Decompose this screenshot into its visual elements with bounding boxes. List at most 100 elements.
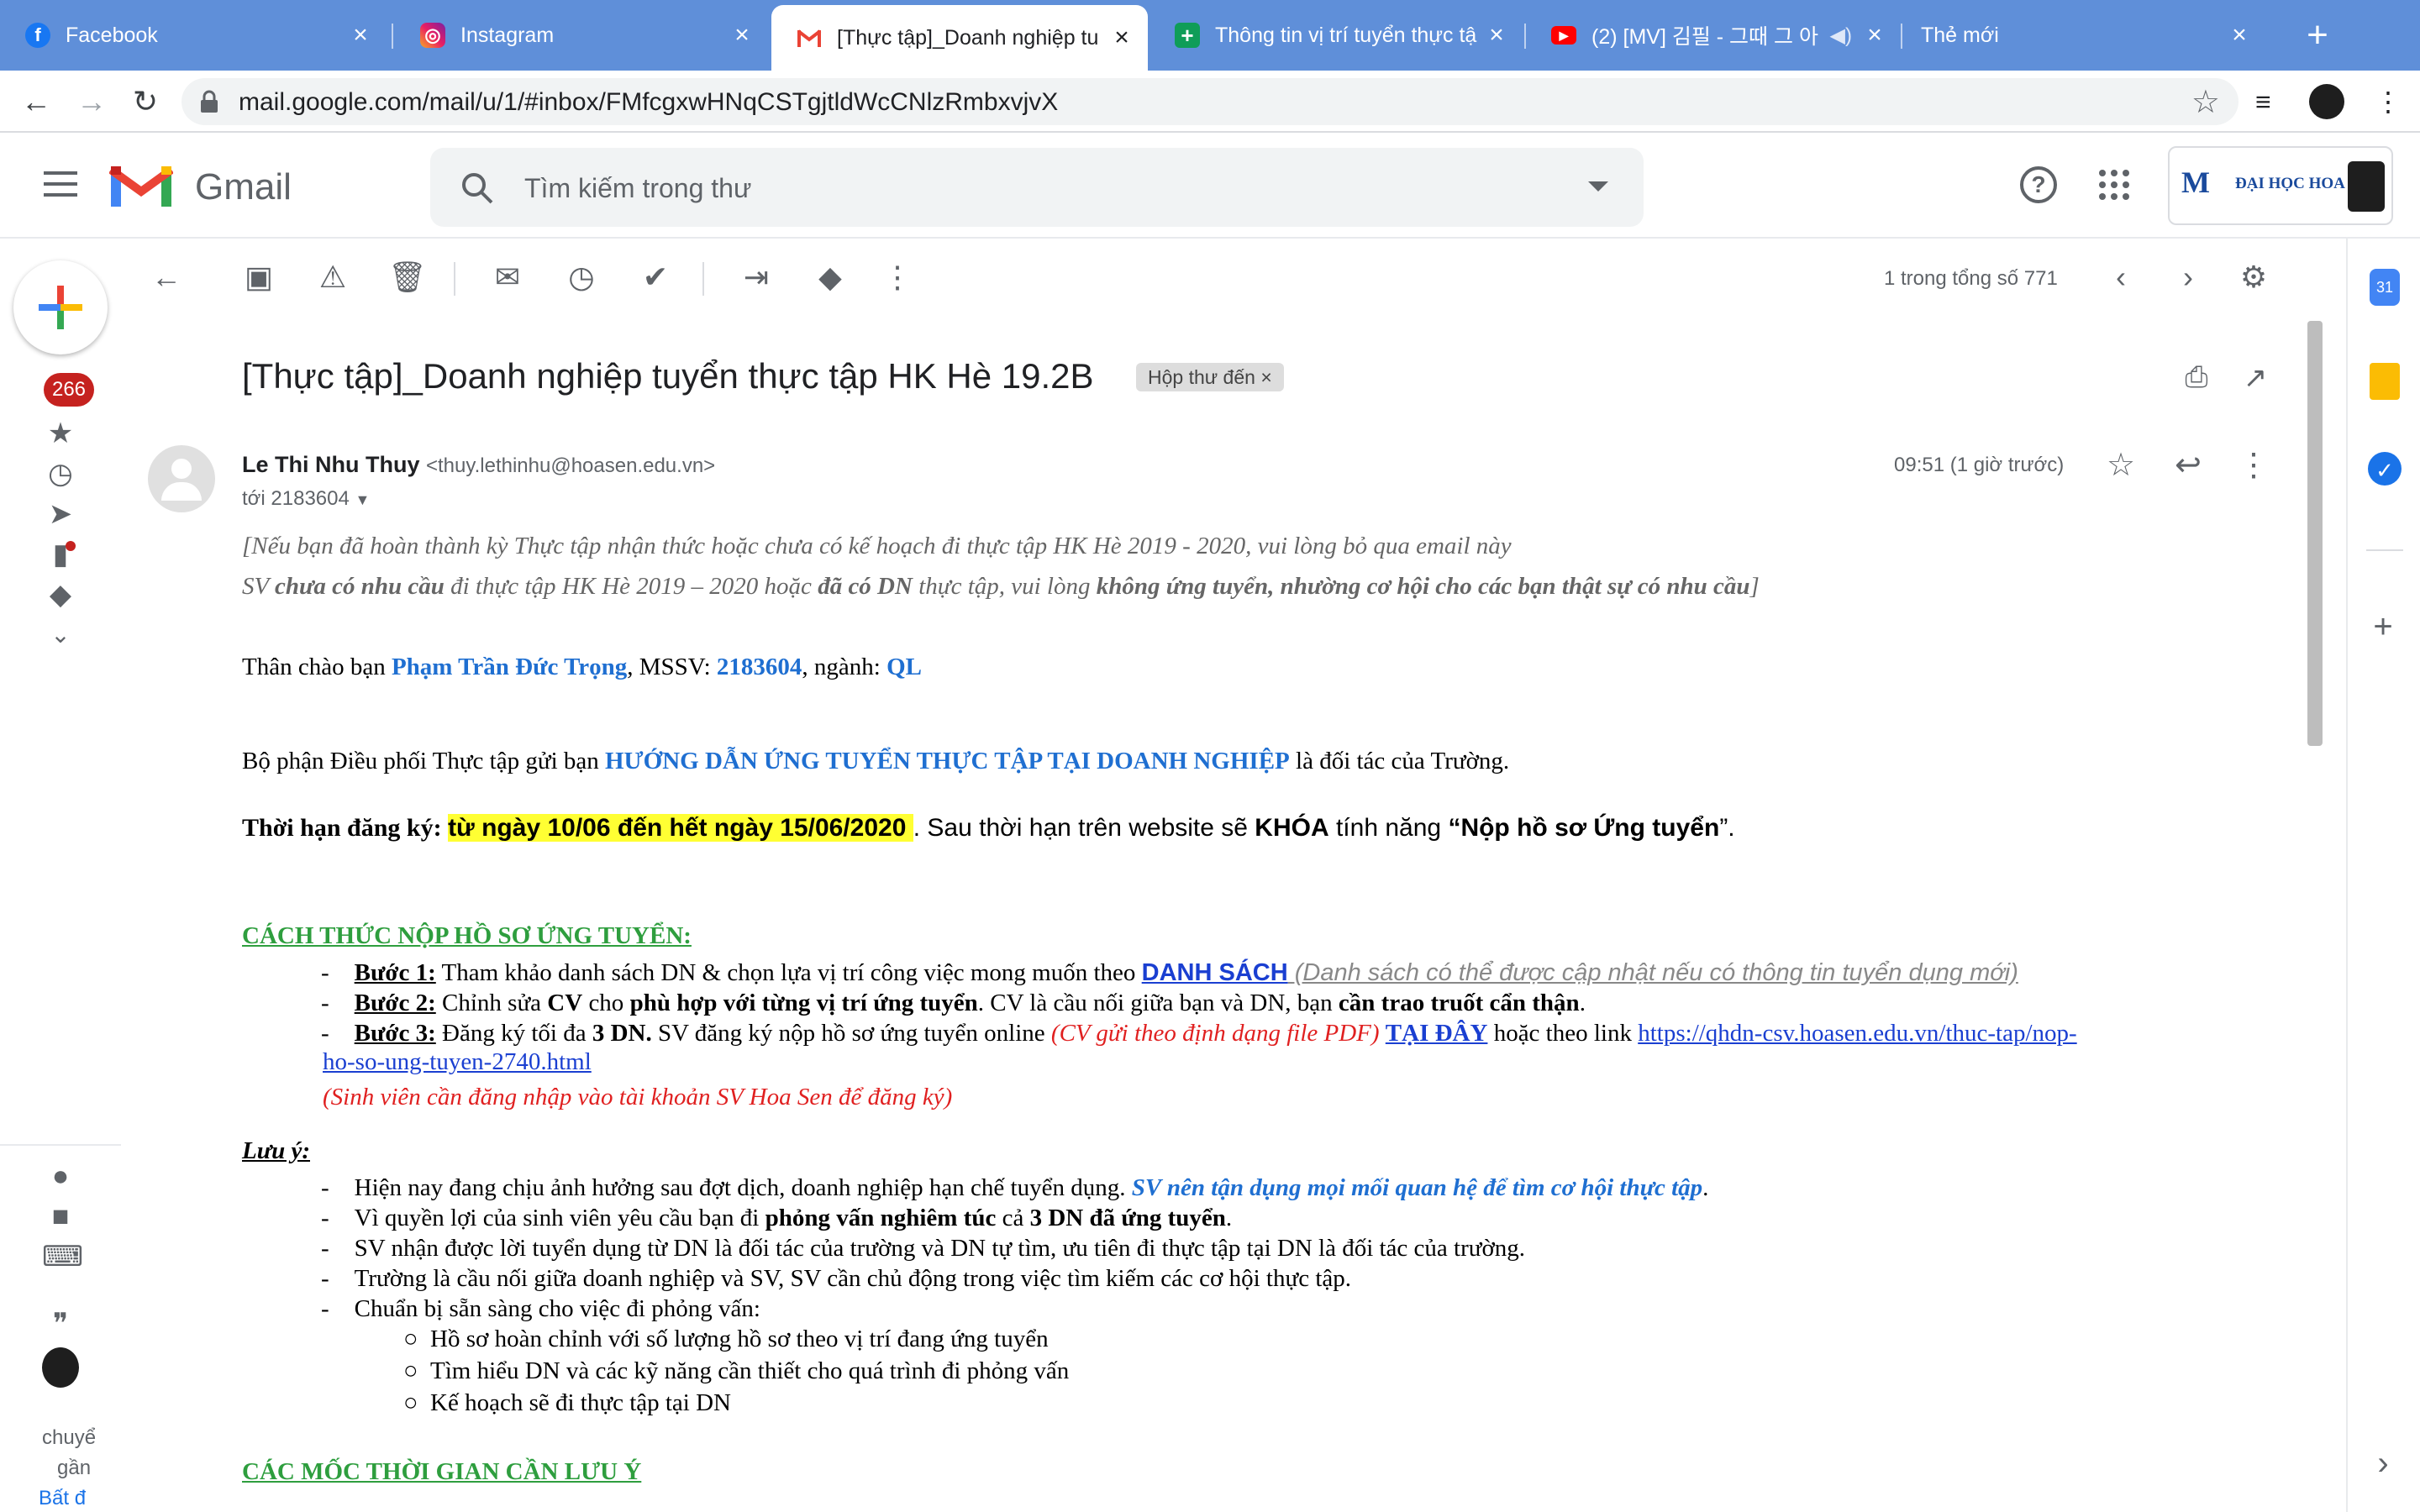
delete-trash-icon[interactable]: 🗑 [388, 259, 427, 296]
account-switcher[interactable]: M ĐẠI HỌC HOA SEN [2168, 146, 2393, 225]
settings-gear-icon[interactable]: ⚙ [2235, 259, 2272, 296]
new-tab-button[interactable]: + [2294, 12, 2341, 59]
browser-toolbar: ← → ↻ mail.google.com/mail/u/1/#inbox/FM… [0, 71, 2420, 133]
newer-chevron-left-icon[interactable]: ‹ [2102, 259, 2139, 296]
recipient-caret-icon[interactable]: ▼ [355, 491, 371, 508]
calendar-icon[interactable]: 31 [2370, 269, 2400, 306]
tab-label: Thông tin vị trí tuyển thực tậ [1215, 23, 1477, 47]
tab-gmail-active[interactable]: [Thực tập]_Doanh nghiệp tu × [771, 5, 1148, 71]
tab-new[interactable]: Thẻ mới × [1896, 0, 2265, 71]
snooze-icon[interactable]: ◷ [563, 259, 600, 296]
search-placeholder: Tìm kiếm trong thư [524, 173, 752, 203]
bookmark-star-icon[interactable]: ☆ [2191, 83, 2220, 121]
message-time: 09:51 (1 giờ trước) [1894, 454, 2065, 476]
sender-line: Le Thi Nhu Thuy <thuy.lethinhu@hoasen.ed… [242, 452, 715, 478]
back-icon[interactable]: ← [18, 84, 54, 119]
youtube-icon: ▶ [1551, 26, 1576, 45]
star-message-icon[interactable]: ☆ [2102, 447, 2139, 484]
profile-avatar[interactable] [2309, 84, 2344, 119]
sheets-icon: + [1175, 23, 1200, 48]
search-icon[interactable] [460, 171, 494, 205]
speaker-icon[interactable]: ◀) [1830, 24, 1852, 48]
report-spam-icon[interactable]: ⚠ [314, 259, 351, 296]
message-scrollbar[interactable] [2307, 321, 2323, 746]
close-icon[interactable]: × [1484, 21, 1509, 50]
account-avatar[interactable] [2348, 161, 2385, 212]
tab-label: (2) [MV] 김필 - 그때 그 아 [1591, 25, 1818, 49]
older-chevron-right-icon[interactable]: › [2170, 259, 2207, 296]
snoozed-clock-icon[interactable]: ◷ [42, 457, 79, 491]
apply-url-link-cont[interactable]: ho-so-ung-tuyen-2740.html [323, 1047, 592, 1077]
lock-icon [201, 90, 218, 113]
note-line-1: [Nếu bạn đã hoàn thành kỳ Thực tập nhận … [242, 533, 1512, 559]
more-chevron-down-icon[interactable]: ⌄ [42, 618, 79, 652]
chat-user-avatar[interactable] [42, 1347, 79, 1388]
reload-icon[interactable]: ↻ [128, 84, 163, 119]
tab-label: Instagram [460, 23, 555, 47]
drafts-icon[interactable]: ▮ [42, 538, 79, 571]
label-text: Hộp thư đến [1148, 366, 1255, 388]
add-on-plus-icon[interactable]: + [2365, 608, 2402, 645]
google-apps-icon[interactable] [2099, 170, 2129, 200]
tab-strip: f Facebook × ◎ Instagram × [Thực tập]_Do… [0, 0, 2420, 71]
keep-icon[interactable] [2370, 363, 2400, 400]
tab-facebook[interactable]: f Facebook × [0, 0, 387, 71]
gmail-icon [797, 25, 822, 50]
hangouts-icon[interactable]: ● [42, 1159, 79, 1193]
main-menu-icon[interactable] [44, 171, 77, 197]
address-bar[interactable]: mail.google.com/mail/u/1/#inbox/FMfcgxwH… [182, 78, 2238, 125]
menu-kebab-icon[interactable]: ⋮ [2375, 84, 2402, 119]
chat-snippet-link[interactable]: Bất đ [39, 1487, 86, 1510]
help-icon[interactable]: ? [2020, 166, 2057, 203]
sender-avatar [148, 445, 215, 512]
note-item-1: - Hiện nay đang chịu ảnh hưởng sau đợt dị… [321, 1174, 1709, 1201]
sender-name[interactable]: Le Thi Nhu Thuy [242, 452, 419, 477]
hoa-sen-logo-icon: M [2181, 165, 2210, 199]
close-icon[interactable]: × [2227, 21, 2252, 50]
compose-button[interactable] [13, 260, 108, 354]
open-in-new-window-icon[interactable]: ↗ [2238, 361, 2272, 395]
tab-instagram[interactable]: ◎ Instagram × [395, 0, 768, 71]
archive-icon[interactable]: ▣ [240, 259, 277, 296]
move-to-icon[interactable]: ⇥ [738, 259, 775, 296]
labels-icon[interactable]: ◆ [812, 259, 849, 296]
chat-snippet: gần [57, 1457, 92, 1479]
note-item-5: - Chuẩn bị sẵn sàng cho việc đi phỏng vấn… [321, 1295, 760, 1322]
tai-day-link[interactable]: TẠI ĐÂY [1386, 1020, 1488, 1047]
keyboard-icon[interactable]: ⌨ [42, 1240, 83, 1273]
close-icon[interactable]: × [729, 21, 755, 50]
inbox-label-chip[interactable]: Hộp thư đến × [1136, 363, 1284, 391]
close-icon[interactable]: × [1109, 24, 1134, 52]
chat-quote-icon[interactable]: ❞ [42, 1307, 79, 1341]
print-icon[interactable]: ⎙ [2178, 361, 2215, 398]
more-actions-icon[interactable]: ⋮ [879, 259, 916, 296]
tab-youtube[interactable]: ▶ (2) [MV] 김필 - 그때 그 아 ◀) × [1526, 0, 1901, 71]
reply-icon[interactable]: ↩ [2170, 447, 2207, 484]
label-icon[interactable]: ◆ [42, 578, 79, 612]
reading-list-icon[interactable]: ≡ [2255, 84, 2271, 119]
search-options-caret-icon[interactable] [1588, 181, 1608, 192]
danh-sach-link[interactable]: DANH SÁCH [1142, 959, 1288, 986]
more-options-icon[interactable]: ⋮ [2235, 447, 2272, 484]
meet-video-icon[interactable]: ■ [42, 1200, 79, 1233]
close-icon[interactable]: × [348, 21, 373, 50]
gmail-header: Gmail Tìm kiếm trong thư ? M ĐẠI HỌC HOA… [0, 133, 2420, 239]
gmail-wordmark: Gmail [195, 166, 292, 207]
mail-search-box[interactable]: Tìm kiếm trong thư [430, 148, 1644, 227]
sent-icon[interactable]: ➤ [42, 497, 79, 531]
tasks-icon[interactable]: ✓ [2368, 452, 2402, 486]
apply-url-link[interactable]: https://qhdn-csv.hoasen.edu.vn/thuc-tap/… [1638, 1020, 2076, 1047]
close-icon[interactable]: × [1862, 21, 1887, 50]
starred-icon[interactable]: ★ [42, 417, 79, 450]
gmail-logo-icon[interactable] [109, 163, 173, 208]
deadline-highlight: từ ngày 10/06 đến hết ngày 15/06/2020 [448, 814, 913, 842]
back-to-inbox-icon[interactable]: ← [148, 259, 185, 296]
add-to-tasks-icon[interactable]: ✔ [637, 259, 674, 296]
remove-label-close-icon[interactable]: × [1260, 366, 1271, 388]
forward-icon[interactable]: → [74, 84, 109, 119]
tab-sheets[interactable]: + Thông tin vị trí tuyển thực tậ × [1150, 0, 1523, 71]
inbox-unread-badge[interactable]: 266 [44, 373, 94, 407]
recipient-details[interactable]: tới 2183604 ▼ [242, 487, 370, 511]
expand-panel-chevron-icon[interactable]: › [2365, 1445, 2402, 1482]
mark-unread-icon[interactable]: ✉ [489, 259, 526, 296]
